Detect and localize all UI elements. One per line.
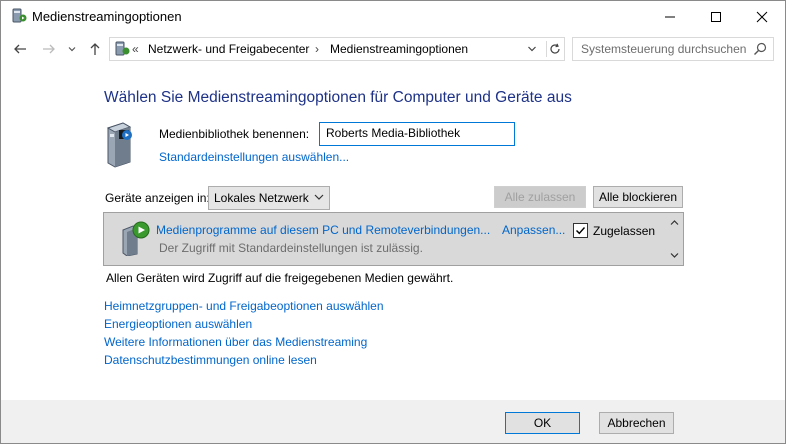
all-devices-note: Allen Geräten wird Zugriff auf die freig…: [106, 271, 454, 285]
page-heading: Wählen Sie Medienstreamingoptionen für C…: [104, 89, 572, 106]
search-placeholder[interactable]: Systemsteuerung durchsuchen: [581, 42, 746, 56]
allowed-label[interactable]: Zugelassen: [593, 224, 655, 238]
recent-locations-button[interactable]: [65, 39, 79, 59]
refresh-button[interactable]: [546, 41, 563, 57]
library-name-input[interactable]: [320, 123, 512, 143]
checkmark-icon: [576, 227, 586, 235]
close-button[interactable]: [739, 1, 785, 32]
customize-link[interactable]: Anpassen...: [502, 223, 565, 237]
show-devices-label: Geräte anzeigen in:: [105, 191, 210, 205]
window-title: Medienstreamingoptionen: [32, 9, 182, 24]
address-dropdown-button[interactable]: [524, 41, 540, 57]
ok-button[interactable]: OK: [505, 412, 580, 434]
network-select-value[interactable]: Lokales Netzwerk: [214, 191, 309, 205]
maximize-icon: [711, 11, 721, 22]
power-options-link[interactable]: Energieoptionen auswählen: [104, 317, 252, 331]
refresh-icon: [550, 43, 560, 54]
scroll-up-icon[interactable]: [670, 219, 679, 226]
media-server-icon: [12, 8, 27, 23]
block-all-button[interactable]: Alle blockieren: [593, 186, 683, 208]
device-list-scrollbar[interactable]: [667, 213, 682, 265]
maximize-button[interactable]: [693, 1, 739, 32]
minimize-button[interactable]: [647, 1, 693, 32]
network-select[interactable]: Lokales Netzwerk: [208, 186, 330, 210]
search-box[interactable]: Systemsteuerung durchsuchen: [572, 37, 774, 61]
window: Medienstreamingoptionen « Netzwerk- und …: [0, 0, 786, 444]
media-server-icon: [106, 122, 132, 168]
media-server-icon: [115, 41, 130, 56]
device-list[interactable]: Medienprogramme auf diesem PC und Remote…: [103, 212, 684, 266]
chevron-down-icon: [314, 194, 324, 200]
breadcrumb-network-center[interactable]: Netzwerk- und Freigabecenter: [148, 42, 309, 56]
up-button[interactable]: [85, 39, 105, 59]
search-icon[interactable]: [753, 42, 767, 56]
streaming-info-link[interactable]: Weitere Informationen über das Medienstr…: [104, 335, 367, 349]
back-arrow-icon: [14, 44, 26, 54]
address-bar[interactable]: « Netzwerk- und Freigabecenter › Mediens…: [109, 37, 565, 61]
library-name-field[interactable]: [319, 122, 515, 146]
allowed-checkbox[interactable]: [573, 223, 588, 238]
allow-all-button[interactable]: Alle zulassen: [494, 186, 586, 208]
breadcrumb-overflow[interactable]: «: [132, 42, 139, 56]
breadcrumb-current[interactable]: Medienstreamingoptionen: [330, 42, 468, 56]
device-name-link[interactable]: Medienprogramme auf diesem PC und Remote…: [156, 223, 490, 237]
cancel-button[interactable]: Abbrechen: [599, 412, 674, 434]
media-device-icon: [122, 221, 150, 256]
choose-defaults-link[interactable]: Standardeinstellungen auswählen...: [159, 150, 349, 164]
scroll-down-icon[interactable]: [670, 252, 679, 259]
forward-arrow-icon: [43, 44, 55, 54]
forward-button[interactable]: [39, 39, 59, 59]
library-name-label: Medienbibliothek benennen:: [159, 127, 310, 141]
back-button[interactable]: [10, 39, 30, 59]
device-status: Der Zugriff mit Standardeinstellungen is…: [159, 241, 423, 255]
chevron-down-icon: [528, 46, 536, 52]
close-icon: [756, 11, 768, 22]
homegroup-sharing-link[interactable]: Heimnetzgruppen- und Freigabeoptionen au…: [104, 299, 384, 313]
title-bar: Medienstreamingoptionen: [1, 1, 785, 32]
breadcrumb-separator[interactable]: ›: [315, 42, 319, 56]
privacy-statement-link[interactable]: Datenschutzbestimmungen online lesen: [104, 353, 317, 367]
minimize-icon: [665, 16, 675, 17]
chevron-down-icon: [68, 47, 76, 52]
up-arrow-icon: [90, 43, 100, 55]
